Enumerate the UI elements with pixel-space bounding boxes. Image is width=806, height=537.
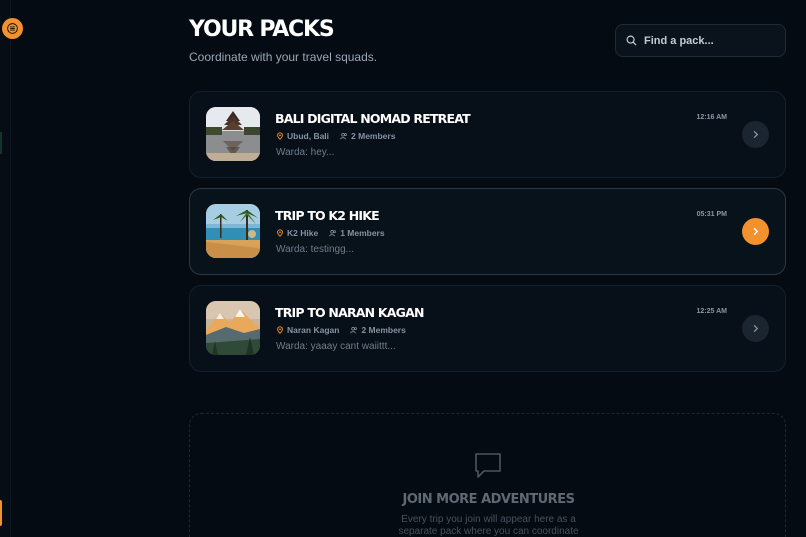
search-box[interactable] [615,24,786,57]
pack-location: Naran Kagan [287,325,340,335]
pack-time: 12:16 AM [696,114,727,121]
pack-location: Ubud, Bali [287,131,330,141]
location-pin-icon [277,229,283,237]
open-pack-button[interactable] [742,315,769,342]
pack-meta: K2 Hike 1 Members [276,228,385,238]
members-icon [329,230,337,237]
members-icon [350,327,358,334]
sidebar [0,0,11,537]
chat-bubble-icon [475,453,501,478]
pack-time: 05:31 PM [696,211,727,218]
chevron-right-icon [753,227,759,236]
pack-meta: Ubud, Bali 2 Members [276,131,395,141]
pack-members: 2 Members [351,131,396,141]
chevron-right-icon [753,324,759,333]
open-pack-button[interactable] [742,218,769,245]
pack-card-bali[interactable]: BALI DIGITAL NOMAD RETREAT Ubud, Bali 2 … [189,91,786,178]
pack-thumbnail [206,301,260,355]
location-pin-icon [277,326,283,334]
pack-last-message: Warda: yaaay cant waiittt... [276,341,396,352]
pack-last-message: Warda: testingg... [276,244,354,255]
members-icon [340,133,348,140]
page-title: YOUR PACKS [189,17,335,42]
pack-meta: Naran Kagan 2 Members [276,325,406,335]
pack-thumbnail [206,107,260,161]
menu-button[interactable] [2,18,23,39]
search-input[interactable] [644,34,774,47]
pack-location: K2 Hike [287,228,319,238]
pack-thumbnail [206,204,260,258]
join-more-panel: JOIN MORE ADVENTURES Every trip you join… [189,413,786,537]
pack-last-message: Warda: hey... [276,147,335,158]
pack-title: BALI DIGITAL NOMAD RETREAT [275,111,471,126]
menu-icon [7,23,18,34]
pack-card-k2[interactable]: TRIP TO K2 HIKE K2 Hike 1 Members Warda:… [189,188,786,275]
pack-card-naran[interactable]: TRIP TO NARAN KAGAN Naran Kagan 2 Member… [189,285,786,372]
join-title: JOIN MORE ADVENTURES [402,492,575,507]
pack-title: TRIP TO K2 HIKE [275,208,380,223]
pack-members: 2 Members [361,325,406,335]
page-subtitle: Coordinate with your travel squads. [189,50,378,64]
search-icon [626,35,637,46]
location-pin-icon [277,132,283,140]
join-description: Every trip you join will appear here as … [398,514,579,537]
open-pack-button[interactable] [742,121,769,148]
pack-title: TRIP TO NARAN KAGAN [275,305,424,320]
chevron-right-icon [753,130,759,139]
pack-members: 1 Members [340,228,385,238]
pack-time: 12:25 AM [696,308,727,315]
sidebar-accent-tab[interactable] [0,500,2,526]
sidebar-indicator [0,132,2,154]
